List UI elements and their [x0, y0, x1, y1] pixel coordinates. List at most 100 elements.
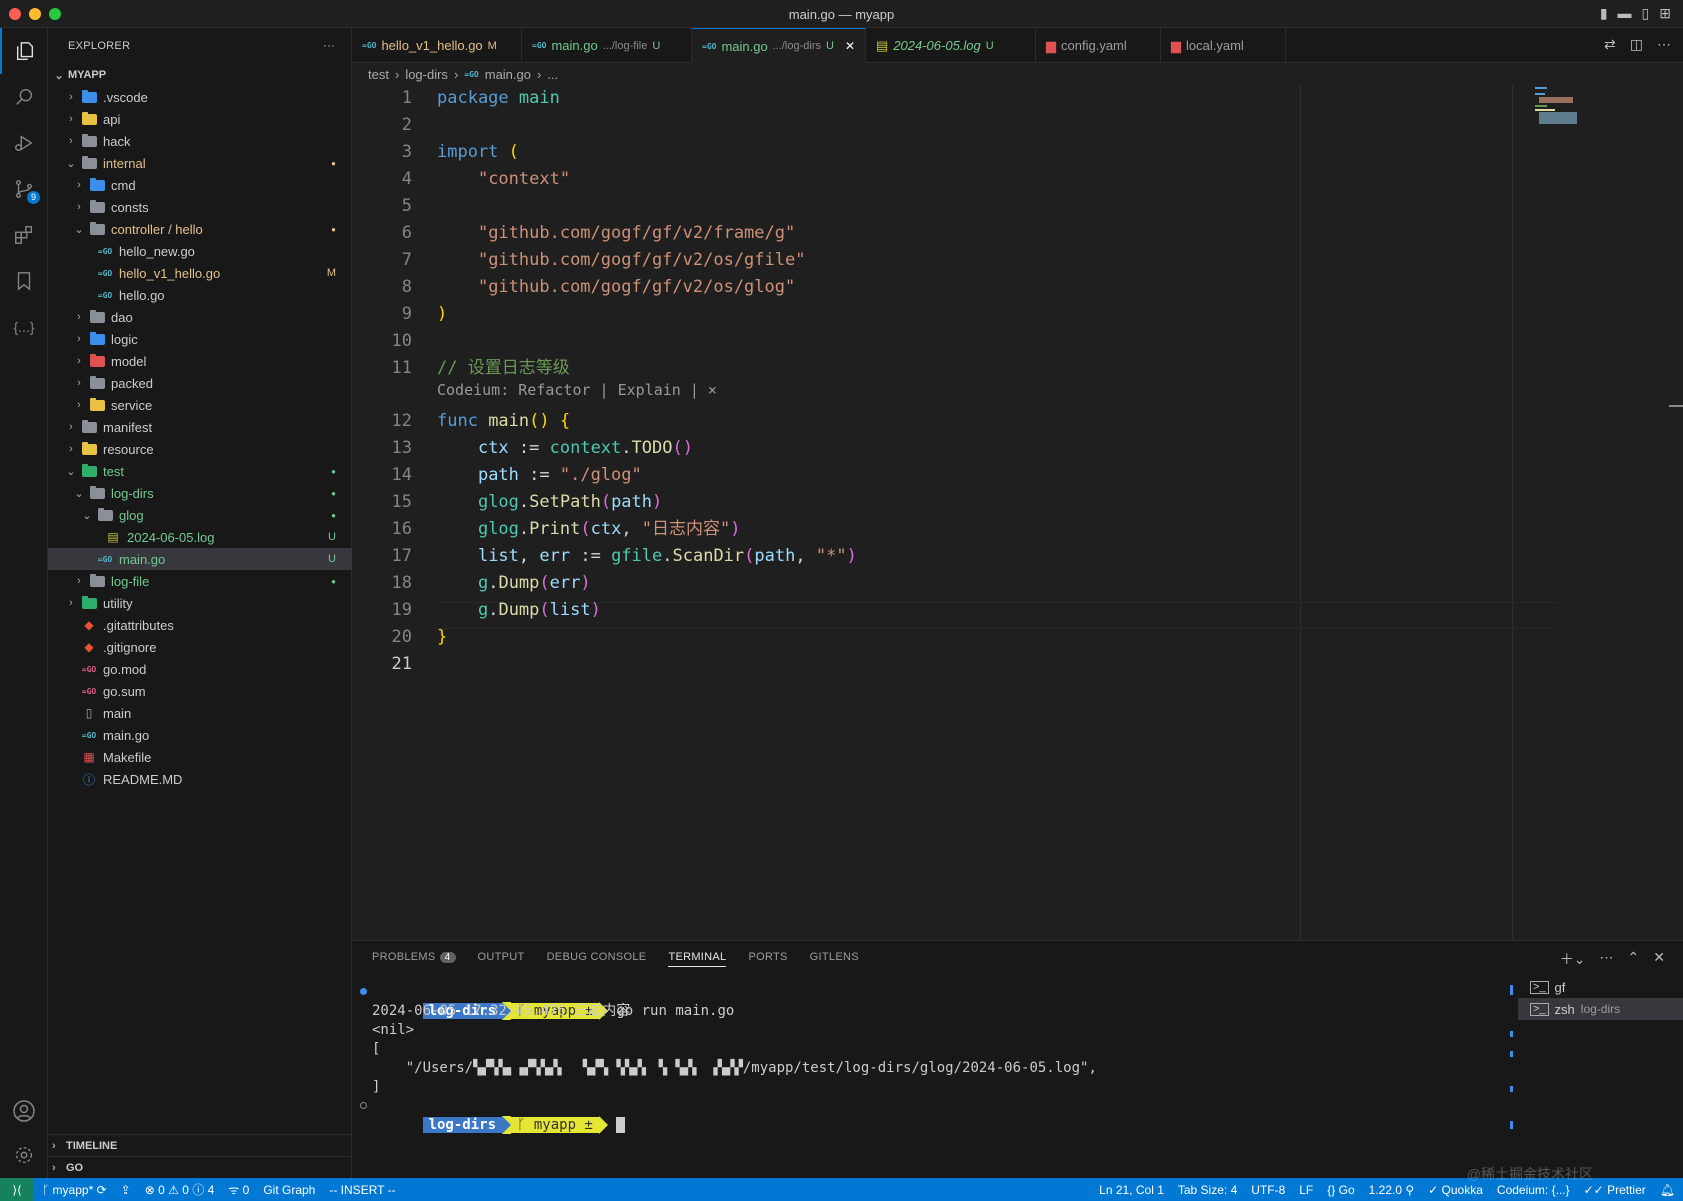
- tree-item[interactable]: › consts: [48, 196, 352, 218]
- tree-item[interactable]: › utility: [48, 592, 352, 614]
- tree-item[interactable]: › model: [48, 350, 352, 372]
- tree-item[interactable]: =GO go.sum: [48, 680, 352, 702]
- git-graph-button[interactable]: Git Graph: [263, 1183, 315, 1197]
- more-actions-icon[interactable]: ⋯: [1657, 36, 1671, 53]
- json-icon[interactable]: {...}: [0, 304, 48, 350]
- tree-item[interactable]: ⌄ test ●: [48, 460, 352, 482]
- bookmark-icon[interactable]: [0, 258, 48, 304]
- tree-item[interactable]: =GO hello_new.go: [48, 240, 352, 262]
- tree-item[interactable]: ⌄ internal ●: [48, 152, 352, 174]
- cursor-position[interactable]: Ln 21, Col 1: [1099, 1183, 1164, 1197]
- toggle-panel-icon[interactable]: ▬: [1618, 5, 1632, 22]
- tree-item[interactable]: =GO go.mod: [48, 658, 352, 680]
- problems-status[interactable]: ⊗ 0 ⚠ 0 ⓘ 4: [145, 1181, 215, 1198]
- timeline-section[interactable]: › TIMELINE: [48, 1134, 352, 1156]
- new-terminal-icon[interactable]: ＋⌄: [1560, 949, 1586, 969]
- panel-tab[interactable]: TERMINAL: [668, 951, 727, 967]
- tree-item[interactable]: › resource: [48, 438, 352, 460]
- explorer-root[interactable]: ⌄ MYAPP: [48, 64, 352, 86]
- editor-tab[interactable]: ▤ 2024-06-05.log U: [866, 28, 1037, 63]
- tree-item[interactable]: › hack: [48, 130, 352, 152]
- tree-item[interactable]: ⌄ log-dirs ●: [48, 482, 352, 504]
- tree-item[interactable]: › api: [48, 108, 352, 130]
- branch-status[interactable]: ᚴ myapp* ⟳: [42, 1183, 107, 1197]
- tree-item[interactable]: ⓘ README.MD: [48, 768, 352, 790]
- tree-item[interactable]: =GO hello.go: [48, 284, 352, 306]
- quokka-status[interactable]: ✓ Quokka: [1428, 1183, 1483, 1197]
- explorer-icon[interactable]: [0, 28, 48, 74]
- tree-item[interactable]: › packed: [48, 372, 352, 394]
- tree-item[interactable]: › dao: [48, 306, 352, 328]
- tree-item[interactable]: › .vscode: [48, 86, 352, 108]
- tree-item[interactable]: › logic: [48, 328, 352, 350]
- editor-tab[interactable]: ▆ local.yaml: [1161, 28, 1287, 63]
- breadcrumb-item[interactable]: ...: [547, 67, 558, 82]
- panel-more-icon[interactable]: ⋯: [1600, 949, 1614, 969]
- maximize-panel-icon[interactable]: ⌃: [1628, 949, 1640, 969]
- go-version[interactable]: 1.22.0 ⚲: [1369, 1183, 1415, 1197]
- terminal-instance[interactable]: >_ zsh log-dirs: [1518, 998, 1683, 1020]
- chevron-right-icon: ›: [77, 377, 81, 389]
- explorer-more-icon[interactable]: ···: [323, 40, 335, 52]
- file-icon: ▯: [85, 706, 93, 720]
- tree-item[interactable]: =GO main.go U: [48, 548, 352, 570]
- terminal-instance[interactable]: >_ gf: [1518, 976, 1683, 998]
- language-mode[interactable]: {} Go: [1327, 1183, 1354, 1197]
- tree-item[interactable]: ▤ 2024-06-05.log U: [48, 526, 352, 548]
- editor-tab[interactable]: ▆ config.yaml: [1036, 28, 1162, 63]
- settings-gear-icon[interactable]: [0, 1132, 48, 1178]
- breadcrumb-item[interactable]: main.go: [485, 67, 531, 82]
- breadcrumb-item[interactable]: test: [368, 67, 389, 82]
- tree-item[interactable]: › manifest: [48, 416, 352, 438]
- editor-tab[interactable]: =GO main.go .../log-file U: [522, 28, 692, 63]
- panel-tab[interactable]: GITLENS: [810, 951, 859, 967]
- tree-item[interactable]: =GO main.go: [48, 724, 352, 746]
- ports-status[interactable]: ᯤ 0: [228, 1181, 249, 1198]
- toggle-secondary-sidebar-icon[interactable]: ▯: [1642, 5, 1650, 22]
- go-section[interactable]: › GO: [48, 1156, 352, 1178]
- panel-tab[interactable]: PROBLEMS 4: [372, 951, 456, 967]
- tab-size[interactable]: Tab Size: 4: [1178, 1183, 1237, 1197]
- tree-item[interactable]: › cmd: [48, 174, 352, 196]
- line-ending[interactable]: LF: [1299, 1183, 1313, 1197]
- run-debug-icon[interactable]: [0, 120, 48, 166]
- code-content: }: [437, 624, 447, 651]
- tree-item[interactable]: ◆ .gitignore: [48, 636, 352, 658]
- terminal-output[interactable]: log-dirs ᚴ myapp ± go run main.go 2024-06…: [360, 983, 1462, 1134]
- line-number: 4: [401, 169, 412, 189]
- toggle-sidebar-icon[interactable]: ▮: [1600, 5, 1608, 22]
- tree-item[interactable]: › service: [48, 394, 352, 416]
- split-editor-icon[interactable]: ◫: [1630, 36, 1643, 53]
- pin-icon: ⚲: [1405, 1182, 1415, 1197]
- tree-item[interactable]: › log-file ●: [48, 570, 352, 592]
- tree-item[interactable]: =GO hello_v1_hello.go M: [48, 262, 352, 284]
- panel-tab[interactable]: DEBUG CONSOLE: [547, 951, 647, 967]
- panel-tab[interactable]: PORTS: [748, 951, 787, 967]
- close-tab-icon[interactable]: ✕: [845, 39, 855, 53]
- codeium-codelens[interactable]: Codeium: Refactor | Explain | ×: [437, 381, 717, 399]
- notifications-bell-icon[interactable]: 🔔︎: [1660, 1183, 1675, 1197]
- remote-indicator-icon[interactable]: ⟩⟨: [0, 1178, 34, 1201]
- codeium-status[interactable]: Codeium: {...}: [1497, 1183, 1570, 1197]
- tree-item[interactable]: ▦ Makefile: [48, 746, 352, 768]
- editor-tab[interactable]: =GO main.go .../log-dirs U ✕: [692, 28, 867, 63]
- close-panel-icon[interactable]: ✕: [1653, 949, 1665, 969]
- tree-item[interactable]: ▯ main: [48, 702, 352, 724]
- source-control-icon[interactable]: 9: [0, 166, 48, 212]
- code-editor[interactable]: Codeium: Refactor | Explain | × 1 package…: [352, 85, 1683, 940]
- publish-icon[interactable]: ⇪: [121, 1183, 131, 1197]
- account-icon[interactable]: [0, 1088, 48, 1134]
- editor-tab[interactable]: =GO hello_v1_hello.go M: [352, 28, 522, 63]
- encoding[interactable]: UTF-8: [1251, 1183, 1285, 1197]
- panel-tab[interactable]: OUTPUT: [478, 951, 525, 967]
- breadcrumb-item[interactable]: log-dirs: [405, 67, 448, 82]
- customize-layout-icon[interactable]: ⊞: [1659, 5, 1671, 22]
- tree-item[interactable]: ◆ .gitattributes: [48, 614, 352, 636]
- prettier-status[interactable]: ✓✓ Prettier: [1584, 1183, 1646, 1197]
- open-changes-icon[interactable]: ⇄: [1604, 36, 1616, 53]
- extensions-icon[interactable]: [0, 212, 48, 258]
- tree-item[interactable]: ⌄ controller / hello ●: [48, 218, 352, 240]
- search-icon[interactable]: [0, 74, 48, 120]
- tree-item[interactable]: ⌄ glog ●: [48, 504, 352, 526]
